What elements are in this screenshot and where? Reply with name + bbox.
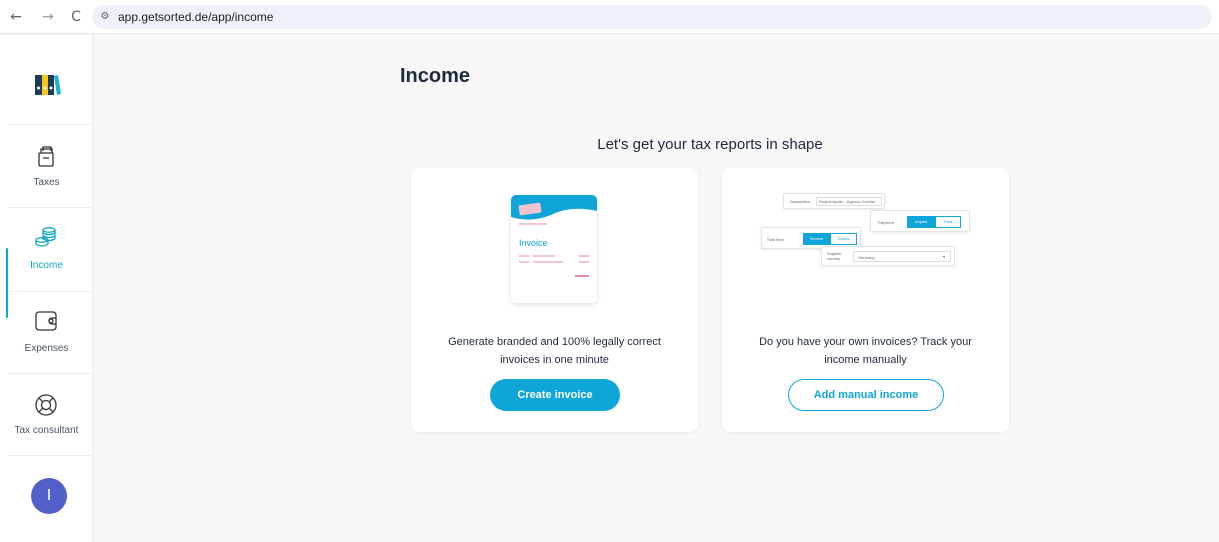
sidebar-item-expenses[interactable]: Expenses	[0, 293, 93, 375]
supplier-country-mock: Supplier country Germany ▾	[821, 246, 955, 266]
invoice-header-graphic	[511, 195, 597, 220]
invoice-illustration: Invoice	[511, 195, 597, 303]
sidebar-divider	[8, 373, 93, 374]
sidebar-item-label: Income	[30, 260, 63, 271]
coins-stack-icon	[35, 227, 56, 247]
avatar[interactable]: I	[31, 478, 67, 514]
page-title: Income	[400, 65, 471, 87]
sidebar-divider	[8, 207, 93, 208]
lifebuoy-icon	[35, 394, 57, 416]
page-subtitle: Let's get your tax reports in shape	[597, 136, 823, 153]
create-invoice-button[interactable]: Create invoice	[490, 379, 620, 411]
sidebar-item-taxes[interactable]: Taxes	[0, 127, 93, 209]
forward-icon[interactable]: →	[40, 9, 56, 25]
payment-toggle-mock: Payment Unpaid Paid	[870, 210, 970, 232]
browser-toolbar: ← → C ⚙ app.getsorted.de/app/income	[0, 0, 1219, 34]
create-invoice-card: Invoice Generate branded and 100% legall…	[411, 168, 698, 432]
sidebar-item-income[interactable]: Income	[0, 210, 93, 292]
invoice-illustration-title: Invoice	[519, 238, 548, 248]
sidebar-divider	[8, 455, 93, 456]
manual-income-description: Do you have your own invoices? Track you…	[759, 336, 972, 366]
sidebar-divider	[8, 124, 93, 125]
sidebar-item-tax-consultant[interactable]: Tax consultant	[0, 375, 93, 457]
sidebar: Taxes Income Expenses Tax consultant I	[0, 35, 93, 542]
books-logo-icon[interactable]	[35, 73, 61, 97]
sidebar-item-label: Expenses	[24, 343, 69, 354]
sidebar-item-label: Taxes	[33, 177, 60, 188]
wallet-icon	[35, 311, 57, 331]
manual-income-card: Description Project Apollo - Agency Over…	[722, 168, 1009, 432]
back-icon[interactable]: ←	[8, 9, 24, 25]
sidebar-item-label: Tax consultant	[14, 425, 79, 436]
sidebar-divider	[8, 291, 93, 292]
reload-icon[interactable]: C	[68, 9, 84, 25]
create-invoice-description: Generate branded and 100% legally correc…	[448, 336, 661, 366]
url-text[interactable]: app.getsorted.de/app/income	[118, 10, 273, 24]
add-manual-income-button[interactable]: Add manual income	[788, 379, 944, 411]
description-field-mock: Description Project Apollo - Agency Over…	[783, 193, 885, 209]
site-settings-icon[interactable]: ⚙	[98, 10, 112, 24]
taxes-box-icon	[38, 146, 54, 167]
